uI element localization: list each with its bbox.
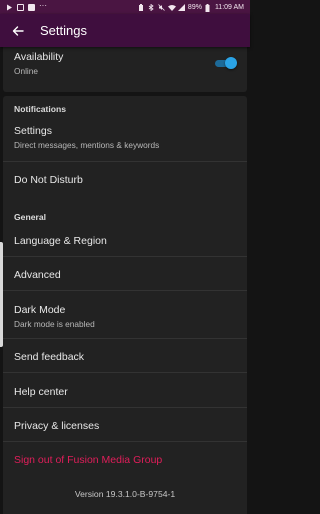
divider [3,256,247,257]
signal-icon [177,3,185,11]
availability-label: Availability [14,51,64,63]
divider [3,372,247,373]
divider [3,161,247,162]
do-not-disturb-item[interactable]: Do Not Disturb [14,174,83,186]
help-center-item[interactable]: Help center [14,386,68,398]
divider [3,290,247,291]
divider [3,407,247,408]
battery-percent: 89% [187,3,202,11]
language-region-item[interactable]: Language & Region [14,235,107,247]
status-time: 11:09 AM [214,3,244,11]
status-bar-right: 89% 11:09 AM [138,3,244,12]
back-button[interactable] [9,22,27,40]
availability-status: Online [14,66,38,76]
privacy-licenses-item[interactable]: Privacy & licenses [14,420,99,432]
battery-icon [205,3,212,12]
play-store-icon [6,4,13,11]
send-feedback-item[interactable]: Send feedback [14,351,84,363]
more-icon: ··· [39,0,47,10]
mute-icon [158,3,165,11]
divider [3,441,247,442]
instagram-icon [17,3,24,11]
divider [3,338,247,339]
sign-out-item[interactable]: Sign out of Fusion Media Group [14,454,162,466]
notification-settings-label[interactable]: Settings [14,125,52,137]
version-label: Version 19.3.1.0-B-9754-1 [74,489,176,499]
back-arrow-icon [12,25,24,36]
availability-toggle[interactable] [215,57,237,69]
dark-mode-item[interactable]: Dark Mode [14,304,65,316]
app-bar: Settings [0,14,250,47]
status-bar-left: ··· [6,0,49,11]
battery-saver-icon [138,3,145,11]
dark-mode-subtitle: Dark mode is enabled [14,319,95,329]
bluetooth-icon [148,3,155,11]
page-title: Settings [40,23,87,38]
availability-card: Availability Online [3,47,247,92]
general-section-heading: General [14,212,47,222]
notifications-section-heading: Notifications [14,104,67,114]
wifi-icon [167,4,176,11]
scroll-indicator [0,242,3,347]
status-bar: ··· 89% 11:09 AM [0,0,250,14]
settings-list[interactable]: Availability Online Notifications Settin… [0,47,250,514]
advanced-item[interactable]: Advanced [14,269,61,281]
facebook-icon [28,3,35,11]
general-card: General Language & Region Advanced Dark … [3,201,247,514]
notification-settings-subtitle: Direct messages, mentions & keywords [14,140,160,150]
toggle-knob [225,57,237,69]
